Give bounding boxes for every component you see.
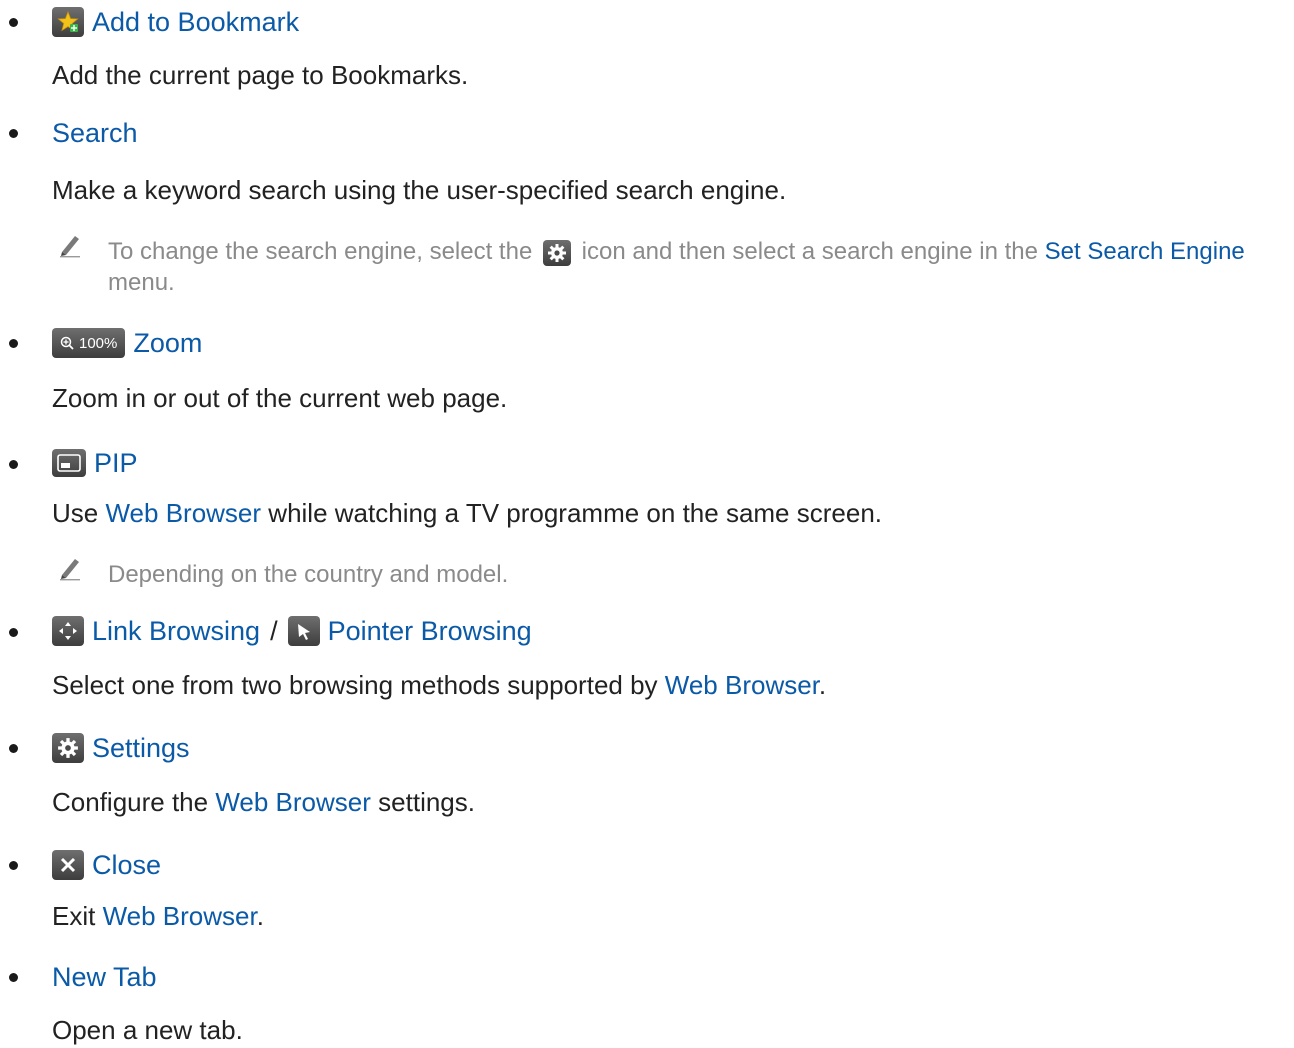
note-text: To change the search engine, select the	[108, 238, 533, 265]
desc-text: .	[256, 901, 264, 931]
pip-description: Use Web Browser while watching a TV prog…	[52, 496, 882, 530]
cursor-arrow-icon	[287, 616, 320, 646]
search-description: Make a keyword search using the user-spe…	[52, 175, 787, 205]
new-tab-title[interactable]: New Tab	[52, 960, 157, 994]
search-note: To change the search engine, select the …	[108, 236, 1288, 298]
desc-text: Configure the	[52, 787, 209, 817]
settings-title[interactable]: Settings	[92, 731, 190, 765]
bullet	[9, 861, 18, 870]
search-title[interactable]: Search	[52, 116, 138, 150]
web-browser-link[interactable]: Web Browser	[665, 670, 819, 700]
zoom-title[interactable]: Zoom	[133, 326, 202, 360]
desc-text: Exit	[52, 901, 96, 931]
bullet	[9, 744, 18, 753]
bullet	[9, 129, 18, 138]
bullet	[9, 339, 18, 348]
zoom-badge: 100%	[52, 328, 126, 358]
note-text: icon and then select a search engine in …	[581, 238, 1038, 265]
bullet	[9, 973, 18, 982]
title-row: New Tab	[52, 960, 157, 994]
desc-text: settings.	[378, 787, 475, 817]
four-arrows-icon	[52, 616, 84, 646]
close-icon	[52, 850, 84, 880]
web-browser-link[interactable]: Web Browser	[105, 498, 261, 528]
pencil-icon	[60, 559, 80, 581]
link-browsing-title[interactable]: Link Browsing	[92, 614, 260, 648]
title-row: 100% Zoom	[52, 326, 202, 360]
gear-icon	[542, 239, 571, 266]
zoom-level: 100%	[79, 334, 118, 352]
close-title[interactable]: Close	[92, 848, 161, 882]
title-row: Settings	[52, 731, 190, 765]
desc-text: while watching a TV programme on the sam…	[268, 498, 883, 528]
bullet	[9, 628, 18, 637]
bookmark-description: Add the current page to Bookmarks.	[52, 60, 469, 90]
gear-icon	[52, 733, 84, 763]
new-tab-description: Open a new tab.	[52, 1015, 243, 1045]
set-search-engine-link[interactable]: Set Search Engine	[1045, 238, 1245, 265]
magnifier-plus-icon	[60, 336, 74, 350]
title-row: Add to Bookmark	[52, 5, 299, 39]
bullet	[9, 18, 18, 27]
pip-title[interactable]: PIP	[94, 446, 138, 480]
bullet	[9, 460, 18, 469]
desc-text: Use	[52, 498, 99, 528]
note-text: menu.	[108, 269, 175, 296]
zoom-description: Zoom in or out of the current web page.	[52, 383, 508, 413]
close-description: Exit Web Browser.	[52, 899, 264, 933]
pencil-icon	[60, 236, 80, 258]
settings-description: Configure the Web Browser settings.	[52, 785, 475, 819]
title-row: Search	[52, 116, 138, 150]
pip-icon	[52, 449, 86, 477]
pointer-browsing-title[interactable]: Pointer Browsing	[328, 614, 532, 648]
web-browser-link[interactable]: Web Browser	[103, 901, 257, 931]
star-plus-icon	[52, 7, 84, 37]
desc-text: .	[818, 670, 827, 700]
bookmark-title[interactable]: Add to Bookmark	[92, 5, 299, 39]
browsing-description: Select one from two browsing methods sup…	[52, 668, 826, 702]
pip-note: Depending on the country and model.	[108, 561, 509, 588]
title-row: PIP	[52, 446, 138, 480]
web-browser-link[interactable]: Web Browser	[215, 787, 371, 817]
desc-text: Select one from two browsing methods sup…	[52, 670, 658, 700]
title-row: Close	[52, 848, 161, 882]
title-row: Link Browsing / Pointer Browsing	[52, 614, 532, 648]
separator: /	[270, 616, 278, 646]
